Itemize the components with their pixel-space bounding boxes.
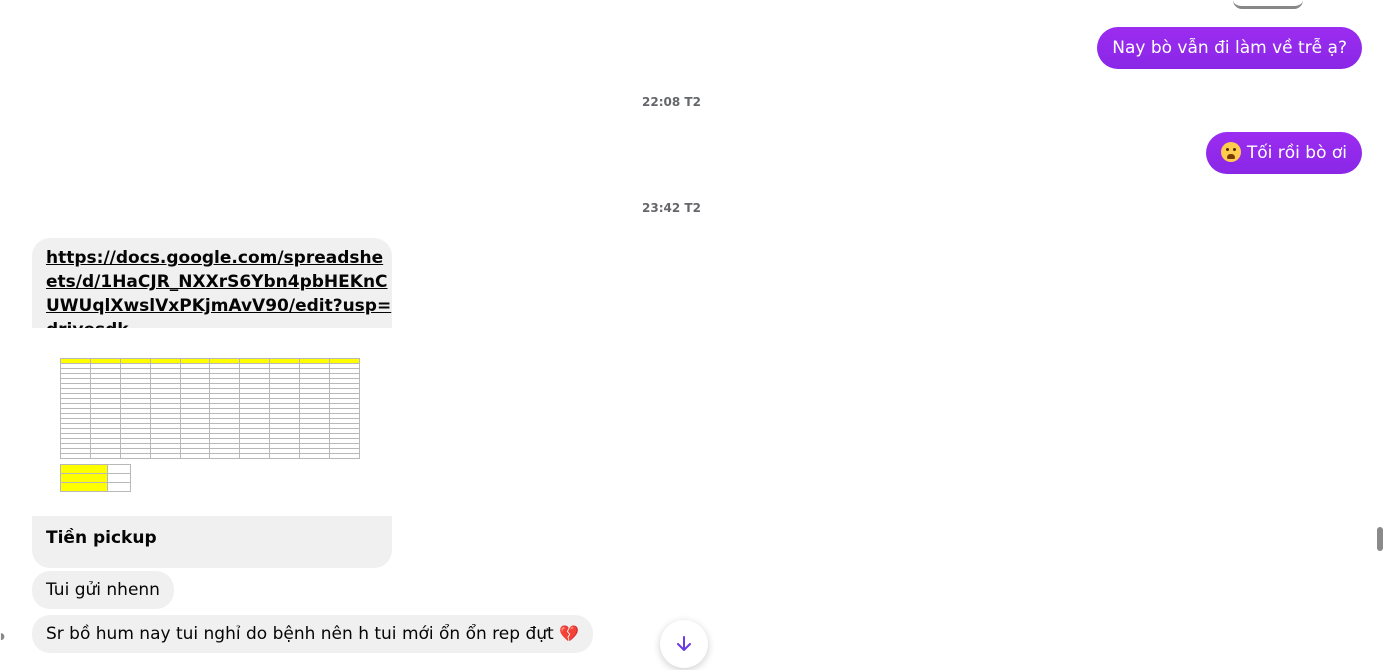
scroll-to-bottom-button[interactable] xyxy=(660,620,708,668)
message-incoming[interactable]: Tui gửi nhenn xyxy=(32,571,174,609)
scrollbar[interactable] xyxy=(1377,527,1383,551)
message-outgoing[interactable]: Tối rồi bò ơi xyxy=(1205,132,1362,174)
link-title[interactable]: Tiền pickup xyxy=(32,516,392,568)
seen-avatar: ◗ xyxy=(0,632,5,642)
spreadsheet-preview xyxy=(60,358,360,459)
spreadsheet-link[interactable]: https://docs.google.com/spreadsheets/d/1… xyxy=(46,248,391,340)
timestamp: 22:08 T2 xyxy=(642,95,701,109)
message-incoming[interactable]: Sr bồ hum nay tui nghỉ do bệnh nên h tui… xyxy=(32,615,594,653)
arrow-down-icon xyxy=(677,636,691,651)
broken-heart-icon: 💔 xyxy=(559,624,580,643)
partial-sticker xyxy=(1233,0,1303,9)
message-text: Nay bò vẫn đi làm về trễ ạ? xyxy=(1112,38,1347,58)
message-text: Sr bồ hum nay tui nghỉ do bệnh nên h tui… xyxy=(46,624,554,644)
message-text: Tui gửi nhenn xyxy=(46,580,160,600)
fearful-face-icon xyxy=(1220,142,1241,162)
timestamp: 23:42 T2 xyxy=(642,201,701,215)
spreadsheet-summary xyxy=(60,464,131,492)
message-outgoing[interactable]: Nay bò vẫn đi làm về trễ ạ? xyxy=(1097,27,1362,69)
link-preview-image[interactable] xyxy=(32,328,392,516)
message-text: Tối rồi bò ơi xyxy=(1246,143,1347,163)
